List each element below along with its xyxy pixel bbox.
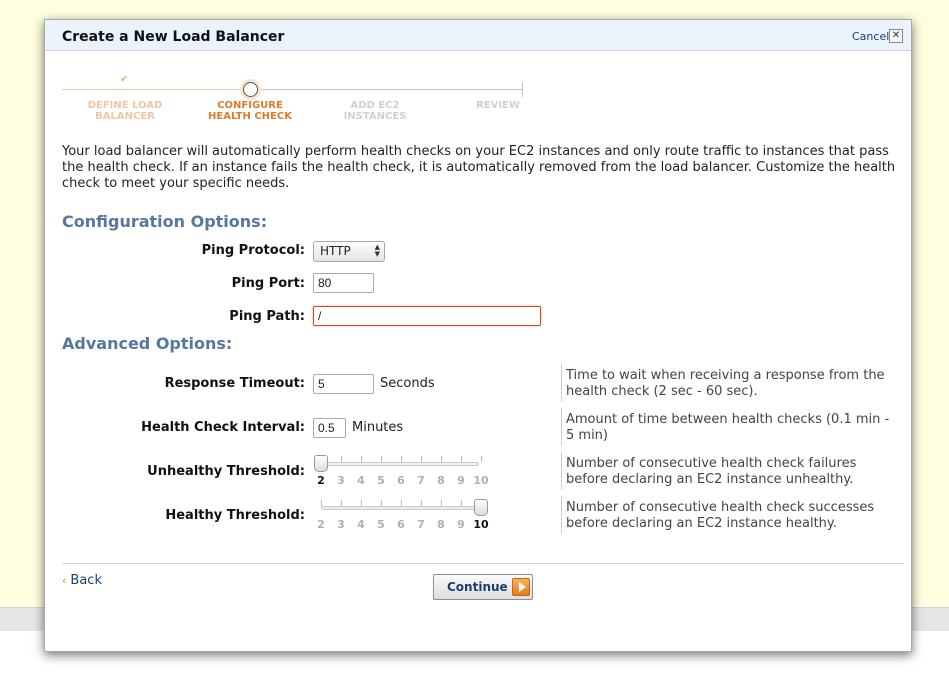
slider-scale-value[interactable]: 2: [311, 474, 331, 487]
continue-label: Continue: [447, 580, 508, 594]
step-define-load-balancer: DEFINE LOAD BALANCER: [70, 100, 180, 122]
slider-scale-value[interactable]: 6: [391, 518, 411, 531]
slider-scale-value[interactable]: 8: [431, 518, 451, 531]
ping-path-input[interactable]: [313, 306, 541, 326]
intro-text: Your load balancer will automatically pe…: [62, 144, 896, 191]
dialog-header: Create a New Load Balancer Cancel ✕: [45, 20, 911, 51]
slider-tick: [421, 456, 422, 462]
slider-tick: [341, 500, 342, 506]
slider-tick: [461, 500, 462, 506]
slider-track[interactable]: [321, 506, 479, 510]
slider-tick: [421, 500, 422, 506]
slider-scale-value[interactable]: 5: [371, 474, 391, 487]
response-timeout-unit: Seconds: [380, 376, 435, 391]
ping-protocol-value: HTTP: [320, 244, 351, 258]
select-arrows-icon: ▲ ▼: [374, 243, 380, 258]
current-step-marker: [243, 82, 258, 97]
progress-line-complete: [62, 89, 242, 90]
health-check-interval-unit: Minutes: [352, 420, 404, 435]
slider-tick: [401, 500, 402, 506]
slider-track[interactable]: [321, 462, 479, 466]
dialog-title: Create a New Load Balancer: [62, 29, 285, 45]
ping-protocol-label: Ping Protocol:: [201, 243, 305, 258]
slider-tick: [381, 456, 382, 462]
cancel-link[interactable]: Cancel: [852, 30, 889, 43]
slider-scale-value[interactable]: 9: [451, 518, 471, 531]
slider-scale-value[interactable]: 7: [411, 474, 431, 487]
step-label-line: INSTANCES: [343, 111, 407, 122]
slider-scale-value[interactable]: 3: [331, 518, 351, 531]
response-timeout-help: Time to wait when receiving a response f…: [566, 368, 885, 399]
unhealthy-threshold-label: Unhealthy Threshold:: [147, 464, 305, 479]
slider-tick: [321, 500, 322, 506]
slider-handle[interactable]: [474, 499, 488, 516]
health-check-interval-label: Health Check Interval:: [141, 420, 305, 435]
slider-scale-value[interactable]: 4: [351, 518, 371, 531]
back-link[interactable]: ‹ Back: [62, 573, 102, 588]
help-divider: [561, 452, 562, 490]
step-label-line: REVIEW: [476, 100, 520, 111]
chevron-left-icon: ‹: [62, 574, 67, 587]
slider-tick: [341, 456, 342, 462]
healthy-threshold-label: Healthy Threshold:: [165, 508, 305, 523]
health-check-interval-input[interactable]: [313, 418, 346, 438]
ping-port-label: Ping Port:: [231, 276, 305, 291]
slider-scale-value[interactable]: 3: [331, 474, 351, 487]
step-configure-health-check: CONFIGURE HEALTH CHECK: [195, 100, 305, 122]
healthy-threshold-help: Number of consecutive health check succe…: [566, 500, 875, 531]
slider-tick: [481, 456, 482, 462]
slider-scale-value[interactable]: 9: [451, 474, 471, 487]
slider-handle[interactable]: [314, 455, 328, 472]
unhealthy-threshold-help: Number of consecutive health check failu…: [566, 456, 857, 487]
help-divider: [561, 364, 562, 402]
slider-scale-value[interactable]: 10: [471, 474, 491, 487]
create-load-balancer-dialog: Create a New Load Balancer Cancel ✕ ✔ DE…: [44, 19, 912, 652]
ping-path-label: Ping Path:: [229, 309, 305, 324]
ping-protocol-select[interactable]: HTTP ▲ ▼: [313, 241, 385, 262]
help-divider: [561, 408, 562, 446]
step-label-line: BALANCER: [95, 111, 155, 122]
slider-tick: [441, 456, 442, 462]
step-add-ec2-instances: ADD EC2 INSTANCES: [320, 100, 430, 122]
slider-tick: [361, 456, 362, 462]
advanced-options-title: Advanced Options:: [62, 334, 233, 353]
slider-scale-value[interactable]: 8: [431, 474, 451, 487]
slider-tick: [381, 500, 382, 506]
slider-scale-value[interactable]: 5: [371, 518, 391, 531]
close-icon[interactable]: ✕: [889, 29, 903, 43]
slider-tick: [401, 456, 402, 462]
step-label-line: CONFIGURE: [217, 100, 283, 111]
slider-scale-value[interactable]: 2: [311, 518, 331, 531]
slider-scale-value[interactable]: 10: [471, 518, 491, 531]
step-label-line: ADD EC2: [350, 100, 400, 111]
check-icon: ✔: [120, 74, 129, 85]
slider-scale-value[interactable]: 4: [351, 474, 371, 487]
slider-tick: [361, 500, 362, 506]
arrow-right-icon: [512, 578, 530, 596]
progress-line-remaining: [255, 89, 523, 90]
slider-scale-value[interactable]: 7: [411, 518, 431, 531]
ping-port-input[interactable]: [313, 273, 374, 293]
configuration-options-title: Configuration Options:: [62, 212, 268, 231]
step-review: REVIEW: [443, 100, 553, 111]
step-label-line: HEALTH CHECK: [208, 111, 292, 122]
footer-divider: [62, 563, 904, 564]
slider-scale-value[interactable]: 6: [391, 474, 411, 487]
continue-button[interactable]: Continue: [433, 574, 533, 600]
step-label-line: DEFINE LOAD: [87, 100, 163, 111]
back-label: Back: [70, 573, 102, 588]
help-divider: [561, 496, 562, 534]
slider-tick: [461, 456, 462, 462]
response-timeout-label: Response Timeout:: [164, 376, 305, 391]
response-timeout-input[interactable]: [313, 374, 374, 394]
progress-line-end: [522, 82, 523, 97]
health-check-interval-help: Amount of time between health checks (0.…: [566, 412, 890, 443]
slider-tick: [441, 500, 442, 506]
